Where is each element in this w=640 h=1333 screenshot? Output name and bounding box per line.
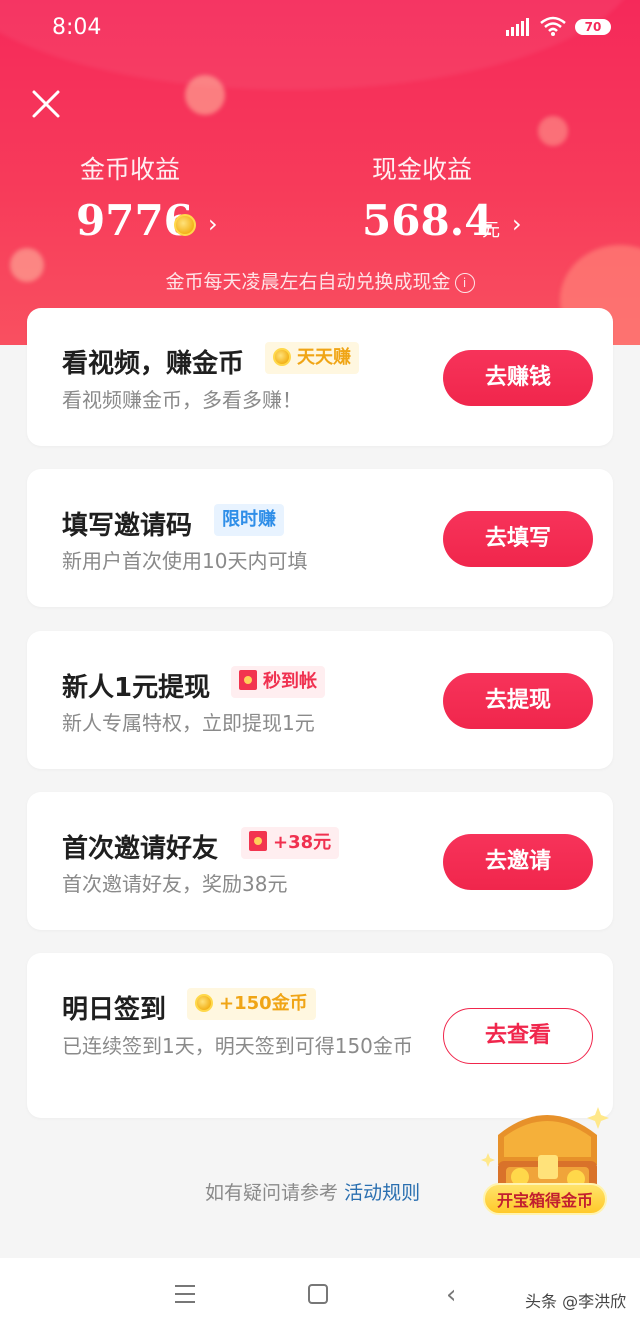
fill-code-button[interactable]: 去填写	[443, 511, 593, 567]
treasure-chest-label[interactable]: 开宝箱得金币	[483, 1183, 607, 1215]
task-subtitle: 新用户首次使用10天内可填	[62, 549, 308, 573]
back-icon[interactable]: ‹	[446, 1280, 456, 1310]
invite-button[interactable]: 去邀请	[443, 834, 593, 890]
chevron-right-icon[interactable]: ›	[512, 210, 522, 238]
task-tag: +150金币	[187, 988, 316, 1020]
exchange-note-text: 金币每天凌晨左右自动兑换成现金	[165, 271, 451, 293]
task-card-watch-video: 看视频，赚金币 天天赚 看视频赚金币，多看多赚！ 去赚钱	[27, 308, 613, 446]
task-tag-label: +38元	[273, 832, 332, 853]
watermark: 头条 @李洪欣	[525, 1292, 627, 1311]
task-card-invite-friend: 首次邀请好友 +38元 首次邀请好友，奖励38元 去邀请	[27, 792, 613, 930]
status-bar: 8:04 70	[0, 0, 640, 58]
home-icon[interactable]	[308, 1284, 328, 1304]
task-card-new-user-withdraw: 新人1元提现 秒到帐 新人专属特权，立即提现1元 去提现	[27, 631, 613, 769]
view-checkin-button[interactable]: 去查看	[443, 1008, 593, 1064]
coin-icon	[273, 348, 291, 366]
red-envelope-icon	[239, 670, 257, 690]
cash-earnings-value[interactable]: 568.4	[362, 196, 494, 245]
withdraw-button[interactable]: 去提现	[443, 673, 593, 729]
task-tag: 天天赚	[265, 342, 359, 374]
coin-earnings-label: 金币收益	[80, 155, 181, 184]
help-text: 如有疑问请参考	[205, 1182, 339, 1204]
task-tag-label: 秒到帐	[263, 671, 317, 692]
system-nav-bar: ‹ 头条 @李洪欣	[0, 1258, 640, 1333]
decorative-bubble	[185, 75, 225, 115]
task-tag: 秒到帐	[231, 666, 325, 698]
cash-earnings-label: 现金收益	[372, 155, 473, 184]
task-title: 填写邀请码	[62, 511, 193, 541]
chevron-right-icon[interactable]: ›	[208, 210, 218, 238]
task-card-checkin: 明日签到 +150金币 已连续签到1天，明天签到可得150金币 去查看	[27, 953, 613, 1118]
task-subtitle: 已连续签到1天，明天签到可得150金币	[62, 1034, 413, 1058]
coin-icon	[174, 214, 196, 236]
task-title: 首次邀请好友	[62, 834, 219, 864]
earnings-header: 8:04 70 金币收益 9776 › 现金收益 568.4 元 › 金币每天凌…	[0, 0, 640, 345]
signal-icon	[506, 18, 529, 36]
status-time: 8:04	[52, 15, 102, 40]
decorative-bubble	[538, 116, 568, 146]
menu-icon[interactable]	[175, 1285, 195, 1309]
battery-icon: 70	[575, 19, 611, 35]
task-tag-label: +150金币	[219, 993, 308, 1014]
earn-money-button[interactable]: 去赚钱	[443, 350, 593, 406]
cash-unit: 元	[482, 220, 500, 241]
red-envelope-icon	[249, 831, 267, 851]
close-icon[interactable]	[30, 88, 62, 120]
task-subtitle: 首次邀请好友，奖励38元	[62, 872, 288, 896]
task-tag: 限时赚	[214, 504, 284, 536]
task-title: 明日签到	[62, 995, 167, 1025]
exchange-note: 金币每天凌晨左右自动兑换成现金 i	[0, 267, 640, 294]
task-subtitle: 看视频赚金币，多看多赚！	[62, 388, 302, 412]
info-icon[interactable]: i	[454, 273, 475, 293]
task-subtitle: 新人专属特权，立即提现1元	[62, 711, 315, 735]
help-footer: 如有疑问请参考 活动规则	[205, 1178, 420, 1205]
task-card-invite-code: 填写邀请码 限时赚 新用户首次使用10天内可填 去填写	[27, 469, 613, 607]
task-tag: +38元	[241, 827, 340, 859]
task-tag-label: 天天赚	[297, 347, 351, 368]
task-title: 新人1元提现	[62, 673, 211, 703]
wifi-icon	[540, 16, 566, 36]
activity-rules-link[interactable]: 活动规则	[344, 1182, 420, 1204]
task-title: 看视频，赚金币	[62, 349, 245, 379]
coin-icon	[195, 994, 213, 1012]
